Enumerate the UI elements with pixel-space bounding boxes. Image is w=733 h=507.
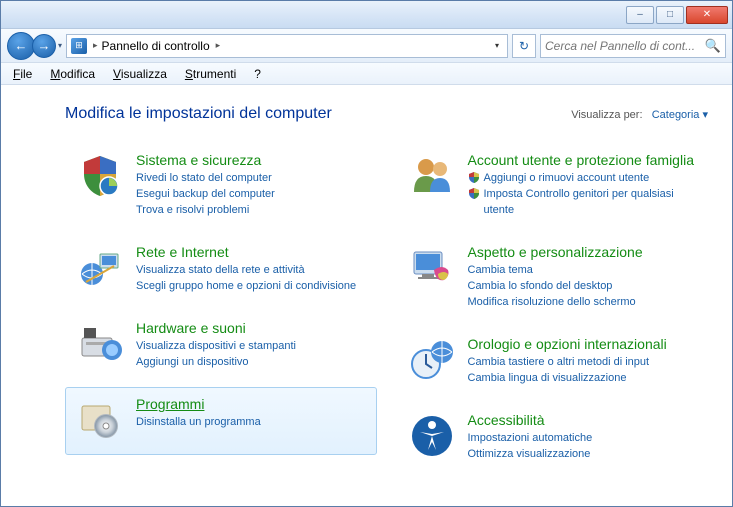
category-title[interactable]: Orologio e opzioni internazionali bbox=[468, 336, 698, 352]
category-link[interactable]: Rivedi lo stato del computer bbox=[136, 170, 366, 186]
maximize-button[interactable]: □ bbox=[656, 6, 684, 24]
breadcrumb-arrow[interactable]: ▸ bbox=[93, 40, 98, 51]
category-link[interactable]: Ottimizza visualizzazione bbox=[468, 446, 698, 462]
category-link[interactable]: Cambia tastiere o altri metodi di input bbox=[468, 354, 698, 370]
category-link[interactable]: Trova e risolvi problemi bbox=[136, 202, 366, 218]
category-title[interactable]: Programmi bbox=[136, 396, 366, 412]
category-link[interactable]: Cambia tema bbox=[468, 262, 698, 278]
category-link[interactable]: Impostazioni automatiche bbox=[468, 430, 698, 446]
category-title[interactable]: Accessibilità bbox=[468, 412, 698, 428]
category-title[interactable]: Account utente e protezione famiglia bbox=[468, 152, 698, 168]
category-hardware-e-suoni[interactable]: Hardware e suoni Visualizza dispositivi e… bbox=[65, 311, 377, 381]
category-icon bbox=[408, 412, 456, 460]
category-link[interactable]: Cambia lingua di visualizzazione bbox=[468, 370, 698, 386]
menu-bar: File Modifica Visualizza Strumenti ? bbox=[1, 63, 732, 85]
category-link[interactable]: Cambia lo sfondo del desktop bbox=[468, 278, 698, 294]
category-icon bbox=[76, 396, 124, 444]
category-link[interactable]: Scegli gruppo home e opzioni di condivis… bbox=[136, 278, 366, 294]
category-icon bbox=[408, 152, 456, 200]
title-bar: – □ ✕ bbox=[1, 1, 732, 29]
breadcrumb-arrow[interactable]: ▸ bbox=[216, 40, 221, 51]
menu-edit[interactable]: Modifica bbox=[42, 65, 103, 83]
search-box[interactable]: 🔍 bbox=[540, 34, 726, 58]
content-area: Modifica le impostazioni del computer Vi… bbox=[1, 85, 732, 506]
menu-help[interactable]: ? bbox=[246, 65, 269, 83]
category-title[interactable]: Hardware e suoni bbox=[136, 320, 366, 336]
breadcrumb[interactable]: Pannello di controllo bbox=[102, 39, 210, 53]
category-link[interactable]: Aggiungi o rimuovi account utente bbox=[468, 170, 698, 186]
category-link[interactable]: Imposta Controllo genitori per qualsiasi… bbox=[468, 186, 698, 218]
category-icon bbox=[76, 320, 124, 368]
category-link[interactable]: Visualizza stato della rete e attività bbox=[136, 262, 366, 278]
category-accessibilit-[interactable]: Accessibilità Impostazioni automaticheOtt… bbox=[397, 403, 709, 473]
category-aspetto-e-personalizzazione[interactable]: Aspetto e personalizzazione Cambia temaCa… bbox=[397, 235, 709, 321]
category-icon bbox=[76, 152, 124, 200]
nav-history-dropdown[interactable]: ▾ bbox=[58, 41, 62, 50]
address-bar[interactable]: ⊞ ▸ Pannello di controllo ▸ ▾ bbox=[66, 34, 508, 58]
category-title[interactable]: Sistema e sicurezza bbox=[136, 152, 366, 168]
close-button[interactable]: ✕ bbox=[686, 6, 728, 24]
forward-button[interactable]: → bbox=[32, 34, 56, 58]
category-link[interactable]: Visualizza dispositivi e stampanti bbox=[136, 338, 366, 354]
category-link[interactable]: Disinstalla un programma bbox=[136, 414, 366, 430]
category-icon bbox=[76, 244, 124, 292]
search-icon[interactable]: 🔍 bbox=[705, 38, 721, 54]
page-title: Modifica le impostazioni del computer bbox=[65, 105, 332, 123]
category-title[interactable]: Aspetto e personalizzazione bbox=[468, 244, 698, 260]
minimize-button[interactable]: – bbox=[626, 6, 654, 24]
category-icon bbox=[408, 336, 456, 384]
category-link[interactable]: Esegui backup del computer bbox=[136, 186, 366, 202]
category-title[interactable]: Rete e Internet bbox=[136, 244, 366, 260]
category-account-utente-e-protezione-famiglia[interactable]: Account utente e protezione famiglia Aggi… bbox=[397, 143, 709, 229]
address-dropdown[interactable]: ▾ bbox=[491, 41, 503, 50]
category-rete-e-internet[interactable]: Rete e Internet Visualizza stato della re… bbox=[65, 235, 377, 305]
category-icon bbox=[408, 244, 456, 292]
category-link[interactable]: Modifica risoluzione dello schermo bbox=[468, 294, 698, 310]
category-link[interactable]: Aggiungi un dispositivo bbox=[136, 354, 366, 370]
viewby: Visualizza per: Categoria ▾ bbox=[571, 108, 708, 121]
menu-tools[interactable]: Strumenti bbox=[177, 65, 244, 83]
category-programmi[interactable]: Programmi Disinstalla un programma bbox=[65, 387, 377, 455]
uac-shield-icon bbox=[468, 187, 480, 199]
uac-shield-icon bbox=[468, 171, 480, 183]
control-panel-icon: ⊞ bbox=[71, 38, 87, 54]
refresh-button[interactable]: ↻ bbox=[512, 34, 536, 58]
back-button[interactable]: ← bbox=[7, 32, 35, 60]
viewby-dropdown[interactable]: Categoria ▾ bbox=[652, 109, 708, 121]
category-sistema-e-sicurezza[interactable]: Sistema e sicurezza Rivedi lo stato del c… bbox=[65, 143, 377, 229]
navigation-bar: ← → ▾ ⊞ ▸ Pannello di controllo ▸ ▾ ↻ 🔍 bbox=[1, 29, 732, 63]
category-orologio-e-opzioni-internazionali[interactable]: Orologio e opzioni internazionali Cambia … bbox=[397, 327, 709, 397]
menu-file[interactable]: File bbox=[5, 65, 40, 83]
menu-view[interactable]: Visualizza bbox=[105, 65, 175, 83]
search-input[interactable] bbox=[545, 39, 705, 53]
